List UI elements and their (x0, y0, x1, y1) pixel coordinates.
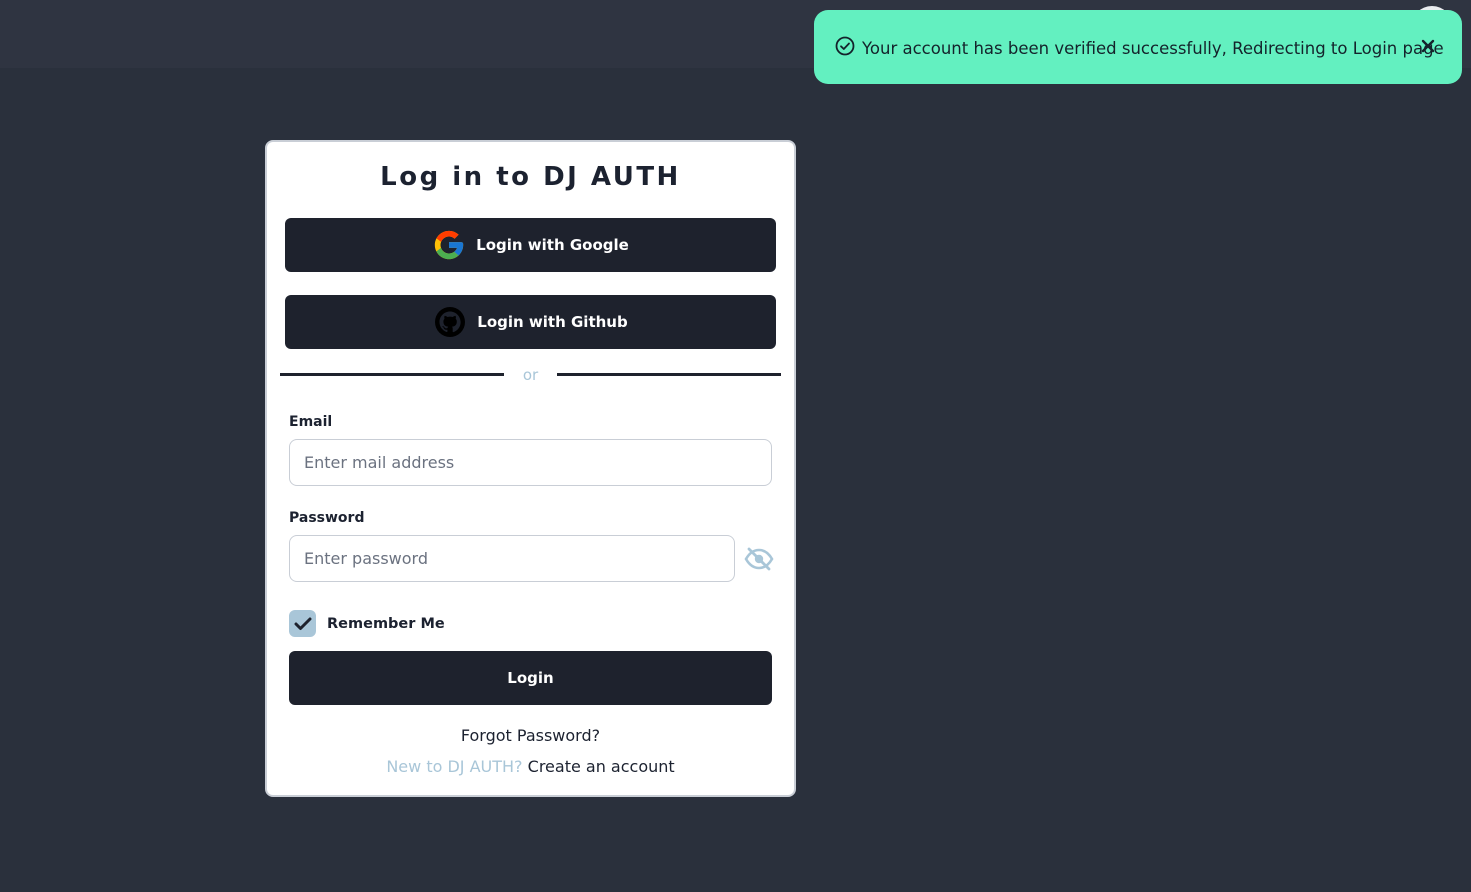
password-label: Password (289, 510, 365, 526)
google-icon (432, 228, 466, 262)
signup-prompt-text: New to DJ AUTH? (386, 757, 523, 776)
email-field[interactable] (289, 439, 772, 486)
github-login-button[interactable]: Login with Github (285, 295, 776, 349)
remember-me: Remember Me (289, 610, 445, 637)
remember-me-label: Remember Me (327, 615, 445, 632)
toast-message: Your account has been verified successfu… (862, 39, 1444, 58)
password-field[interactable] (289, 535, 735, 582)
remember-checkbox[interactable] (289, 610, 316, 637)
github-icon (433, 305, 467, 339)
divider-line-right (557, 373, 781, 376)
email-label: Email (289, 414, 333, 430)
forgot-password-link[interactable]: Forgot Password? (461, 726, 600, 745)
signup-prompt: New to DJ AUTH? Create an account (267, 757, 794, 776)
divider-text: or (522, 366, 539, 384)
login-card: Log in to DJ AUTH Login with Google Logi… (265, 140, 796, 797)
check-circle-icon (835, 36, 855, 56)
toast-notification: Your account has been verified successfu… (814, 10, 1462, 84)
divider-line-left (280, 373, 504, 376)
create-account-link[interactable]: Create an account (528, 757, 675, 776)
close-icon[interactable] (1416, 34, 1440, 58)
eye-slash-icon[interactable] (743, 544, 775, 574)
login-button[interactable]: Login (289, 651, 772, 705)
google-login-button[interactable]: Login with Google (285, 218, 776, 272)
forgot-password: Forgot Password? (267, 726, 794, 745)
checkmark-icon (294, 617, 311, 630)
google-login-label: Login with Google (476, 236, 629, 254)
page-title: Log in to DJ AUTH (380, 162, 681, 192)
github-login-label: Login with Github (477, 313, 628, 331)
